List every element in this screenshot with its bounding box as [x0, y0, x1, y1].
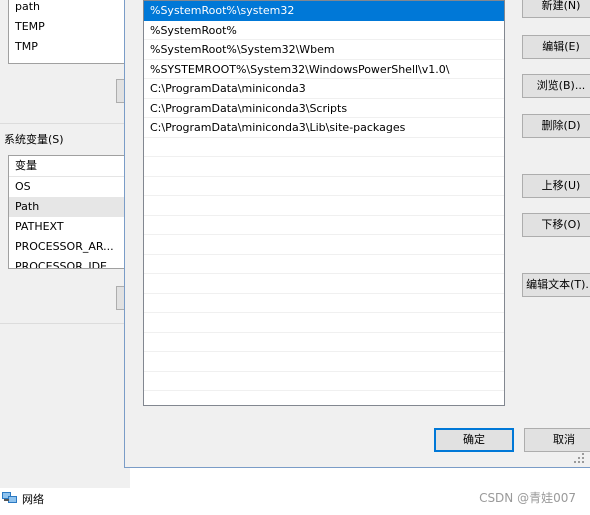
network-icon	[2, 492, 17, 503]
user-variables-list[interactable]: path TEMP TMP	[8, 0, 128, 64]
browse-button[interactable]: 浏览(B)...	[522, 74, 590, 98]
path-entry-selected[interactable]: %SystemRoot%\system32	[144, 1, 504, 21]
path-entry[interactable]: C:\ProgramData\miniconda3\Lib\site-packa…	[144, 118, 504, 138]
edit-button[interactable]: 编辑(E)	[522, 35, 590, 59]
edit-path-dialog: %SystemRoot%\system32 %SystemRoot% %Syst…	[124, 0, 590, 468]
empty-row[interactable]	[144, 333, 504, 352]
list-item[interactable]: TEMP	[9, 17, 127, 37]
empty-row[interactable]	[144, 391, 504, 405]
env-vars-dialog-background: path TEMP TMP 系统变量(S) 变量 OS Path PATHEXT…	[0, 0, 130, 488]
empty-row[interactable]	[144, 294, 504, 313]
empty-row[interactable]	[144, 274, 504, 294]
new-button[interactable]: 新建(N)	[522, 0, 590, 18]
empty-row[interactable]	[144, 157, 504, 177]
divider	[0, 123, 130, 124]
network-label: 网络	[22, 493, 44, 506]
path-entry[interactable]: %SYSTEMROOT%\System32\WindowsPowerShell\…	[144, 60, 504, 79]
list-item[interactable]: PATHEXT	[9, 217, 127, 237]
column-header-variable[interactable]: 变量	[9, 156, 127, 177]
delete-button[interactable]: 删除(D)	[522, 114, 590, 138]
empty-row[interactable]	[144, 352, 504, 372]
move-up-button[interactable]: 上移(U)	[522, 174, 590, 198]
path-entries-list[interactable]: %SystemRoot%\system32 %SystemRoot% %Syst…	[143, 0, 505, 406]
empty-row[interactable]	[144, 138, 504, 157]
empty-row[interactable]	[144, 235, 504, 255]
empty-row[interactable]	[144, 177, 504, 196]
empty-row[interactable]	[144, 255, 504, 274]
empty-row[interactable]	[144, 196, 504, 216]
list-item[interactable]: OS	[9, 177, 127, 197]
path-entry[interactable]: %SystemRoot%	[144, 21, 504, 40]
ok-button[interactable]: 确定	[434, 428, 514, 452]
list-item-selected[interactable]: Path	[9, 197, 127, 217]
path-entry[interactable]: C:\ProgramData\miniconda3\Scripts	[144, 99, 504, 118]
divider	[0, 323, 130, 324]
edit-text-button[interactable]: 编辑文本(T)...	[522, 273, 590, 297]
empty-row[interactable]	[144, 313, 504, 333]
network-item[interactable]: 网络	[0, 488, 130, 515]
list-item[interactable]: path	[9, 0, 127, 17]
list-item[interactable]: PROCESSOR_AR...	[9, 237, 127, 257]
move-down-button[interactable]: 下移(O)	[522, 213, 590, 237]
empty-row[interactable]	[144, 216, 504, 235]
empty-row[interactable]	[144, 372, 504, 391]
watermark-text: CSDN @青娃007	[479, 491, 576, 505]
list-item[interactable]: PROCESSOR_IDE...	[9, 257, 127, 268]
system-variables-list[interactable]: 变量 OS Path PATHEXT PROCESSOR_AR... PROCE…	[8, 155, 128, 269]
cancel-button[interactable]: 取消	[524, 428, 590, 452]
path-entry[interactable]: %SystemRoot%\System32\Wbem	[144, 40, 504, 60]
path-entry[interactable]: C:\ProgramData\miniconda3	[144, 79, 504, 99]
list-item[interactable]: TMP	[9, 37, 127, 57]
system-variables-label: 系统变量(S)	[4, 133, 64, 146]
resize-grip-icon[interactable]	[574, 453, 584, 463]
